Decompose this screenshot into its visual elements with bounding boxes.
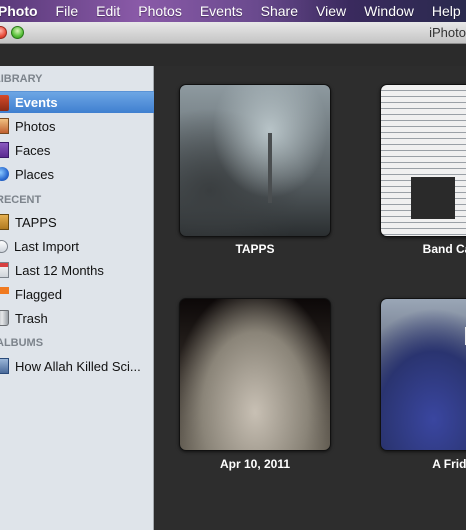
sidebar-item-album[interactable]: How Allah Killed Sci... — [0, 355, 154, 377]
sidebar-item-flagged[interactable]: Flagged — [0, 283, 154, 305]
sidebar-item-events[interactable]: Events — [0, 91, 154, 113]
events-grid: TAPPS Band Camp Apr 10, 2011 A Friday — [155, 66, 466, 530]
window-title: iPhoto — [429, 25, 466, 40]
zoom-window-button[interactable] — [11, 26, 24, 39]
menu-view[interactable]: View — [307, 0, 355, 22]
faces-icon — [0, 142, 9, 158]
section-header-library: LIBRARY — [0, 73, 43, 85]
sidebar-item-label: Flagged — [15, 286, 62, 302]
menu-app-name[interactable]: iPhoto — [0, 0, 47, 22]
event-title[interactable]: A Friday — [380, 457, 466, 471]
sidebar-item-tapps[interactable]: TAPPS — [0, 211, 154, 233]
section-header-recent: RECENT — [0, 194, 42, 206]
flag-icon — [0, 286, 9, 302]
menu-edit[interactable]: Edit — [87, 0, 129, 22]
menu-bar: iPhoto File Edit Photos Events Share Vie… — [0, 0, 466, 22]
calendar-icon — [0, 262, 9, 278]
event-thumbnail-band-camp[interactable] — [380, 84, 466, 237]
menu-share[interactable]: Share — [252, 0, 307, 22]
event-title[interactable]: TAPPS — [179, 242, 331, 256]
event-icon — [0, 214, 9, 230]
clock-icon — [0, 239, 8, 253]
sidebar-item-label: Faces — [15, 142, 51, 158]
sidebar-item-label: Photos — [15, 118, 56, 134]
sidebar-item-trash[interactable]: Trash — [0, 307, 154, 329]
event-title[interactable]: Band Camp — [380, 242, 466, 256]
menu-window[interactable]: Window — [355, 0, 423, 22]
trash-icon — [0, 310, 9, 326]
event-title[interactable]: Apr 10, 2011 — [179, 457, 331, 471]
menu-photos[interactable]: Photos — [129, 0, 191, 22]
menu-help[interactable]: Help — [423, 0, 466, 22]
album-icon — [0, 358, 9, 374]
section-header-albums: ALBUMS — [0, 337, 44, 349]
sidebar-item-label: Last Import — [14, 238, 80, 254]
sidebar-item-label: Last 12 Months — [15, 262, 104, 278]
sidebar-item-label: How Allah Killed Sci... — [15, 358, 141, 374]
close-window-button[interactable] — [0, 26, 7, 39]
sidebar-item-label: TAPPS — [15, 214, 57, 230]
places-icon — [0, 167, 9, 181]
sidebar-item-label: Places — [15, 166, 55, 182]
event-thumbnail-tapps[interactable] — [179, 84, 331, 237]
sidebar-item-label: Trash — [15, 310, 48, 326]
photos-icon — [0, 118, 9, 134]
sidebar-item-places[interactable]: Places — [0, 163, 154, 185]
menu-file[interactable]: File — [47, 0, 88, 22]
window-title-bar: iPhoto — [0, 22, 466, 44]
sidebar-item-faces[interactable]: Faces — [0, 139, 154, 161]
menu-events[interactable]: Events — [191, 0, 252, 22]
events-icon — [0, 94, 9, 111]
event-thumbnail-a-friday[interactable] — [380, 298, 466, 451]
sidebar-item-photos[interactable]: Photos — [0, 115, 154, 137]
sidebar-item-label: Events — [15, 95, 58, 110]
source-list-sidebar: LIBRARY Events Photos Faces Places RECEN… — [0, 66, 154, 530]
sidebar-item-last-import[interactable]: Last Import — [0, 235, 154, 257]
sidebar-item-last-12-months[interactable]: Last 12 Months — [0, 259, 154, 281]
event-thumbnail-apr-10-2011[interactable] — [179, 298, 331, 451]
